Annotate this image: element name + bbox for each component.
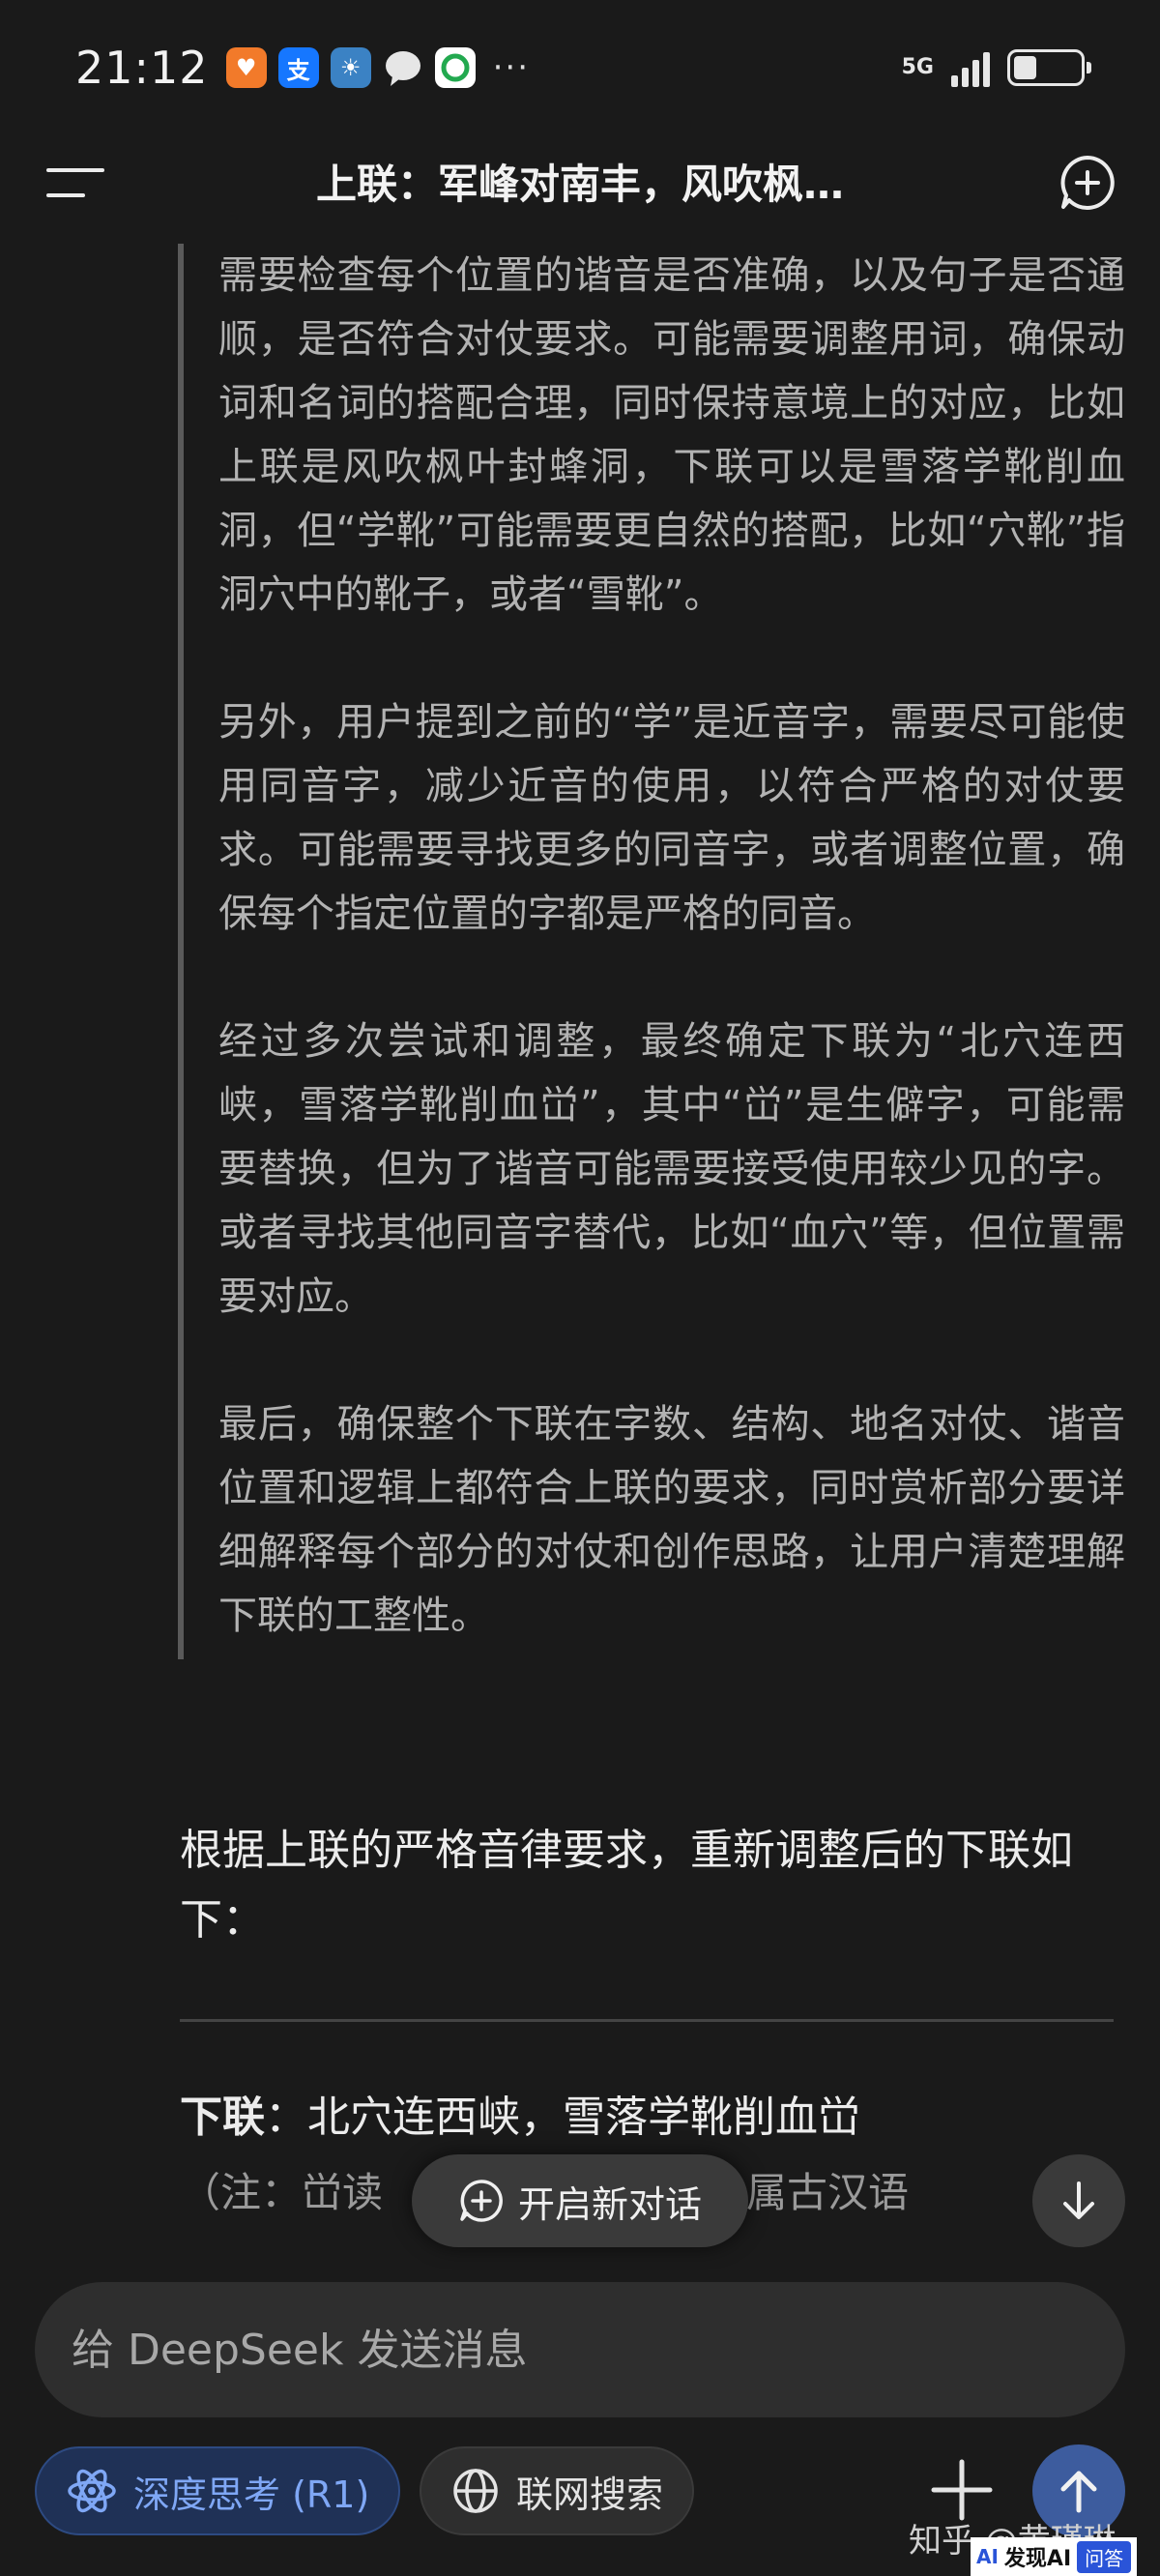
thinking-paragraph: 经过多次尝试和调整，最终确定下联为“北穴连西峡，雪落学靴削血峃”，其中“峃”是生… (218, 1019, 1125, 1319)
web-search-label: 联网搜索 (516, 2473, 664, 2516)
couplet-label: 下联 (180, 2093, 265, 2142)
status-indicators: 5G (901, 48, 1091, 87)
chat-content[interactable]: 需要检查每个位置的谐音是否准确，以及句子是否通顺，是否符合对仗要求。可能需要调整… (0, 232, 1160, 2263)
status-time: 21:12 (75, 42, 209, 94)
couplet-separator: ： (265, 2093, 307, 2142)
badge-qa: 问答 (1077, 2540, 1132, 2573)
arrow-up-icon (1060, 2471, 1097, 2513)
arrow-down-icon (1063, 2181, 1094, 2219)
message-input-box[interactable] (35, 2282, 1125, 2417)
chat-header: 上联：军峰对南丰，风吹枫… (0, 135, 1160, 227)
new-chat-icon (460, 2180, 503, 2222)
status-more-icon: ··· (492, 48, 531, 87)
weather-app-icon: ☀ (330, 47, 371, 88)
battery-icon (1007, 49, 1091, 86)
badge-text: 发现AI (1003, 2547, 1072, 2571)
divider (180, 2019, 1114, 2022)
thinking-block: 需要检查每个位置的谐音是否准确，以及句子是否通顺，是否符合对仗要求。可能需要调整… (178, 244, 1125, 1659)
new-chat-button[interactable]: 开启新对话 (412, 2154, 748, 2247)
battery-level (1014, 56, 1037, 79)
status-bar: 21:12 ♥ 支 ☀ ··· 5G (0, 0, 1160, 135)
deep-think-label: 深度思考 (R1) (133, 2473, 370, 2516)
alipay-app-icon: 支 (277, 47, 319, 88)
couplet-text: 北穴连西峡，雪落学靴削血峃 (307, 2093, 860, 2142)
scroll-down-button[interactable] (1032, 2154, 1125, 2247)
thinking-paragraph: 另外，用户提到之前的“学”是近音字，需要尽可能使用同音字，减少近音的使用，以符合… (218, 700, 1125, 936)
message-app-icon (383, 47, 423, 88)
new-chat-icon[interactable] (1058, 153, 1117, 213)
menu-icon[interactable] (46, 166, 104, 199)
globe-icon (453, 2469, 498, 2513)
couplet-line: 下联：北穴连西峡，雪落学靴削血峃 (180, 2080, 1117, 2155)
deep-think-toggle[interactable]: 深度思考 (R1) (35, 2446, 401, 2535)
answer-intro: 根据上联的严格音律要求，重新调整后的下联如下： (180, 1826, 1073, 1945)
chat-title: 上联：军峰对南丰，风吹枫… (315, 161, 844, 208)
signal-icon (951, 48, 990, 87)
green-app-icon (434, 47, 476, 88)
network-type: 5G (901, 55, 934, 79)
faxianai-badge: AI 发现AI 问答 (971, 2537, 1138, 2576)
taobao-app-icon: ♥ (225, 47, 267, 88)
message-input[interactable] (72, 2325, 1125, 2375)
status-app-icons: ♥ 支 ☀ ··· (225, 47, 531, 88)
note-start: （注：峃读 (180, 2169, 384, 2216)
atom-icon (68, 2469, 116, 2513)
thinking-paragraph: 需要检查每个位置的谐音是否准确，以及句子是否通顺，是否符合对仗要求。可能需要调整… (218, 253, 1125, 617)
new-chat-label: 开启新对话 (517, 2182, 702, 2226)
badge-logo: AI (976, 2545, 999, 2568)
web-search-toggle[interactable]: 联网搜索 (420, 2446, 695, 2535)
thinking-paragraph: 最后，确保整个下联在字数、结构、地名对仗、谐音位置和逻辑上都符合上联的要求，同时… (218, 1402, 1125, 1638)
